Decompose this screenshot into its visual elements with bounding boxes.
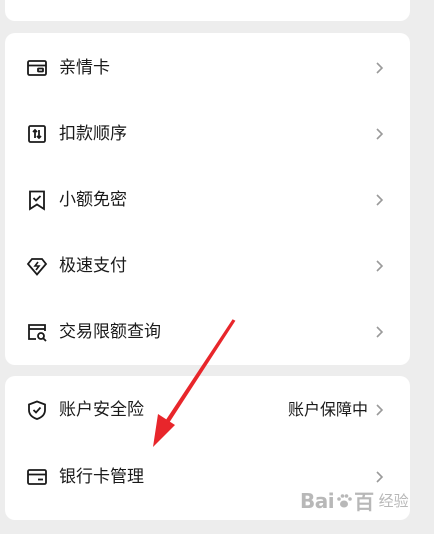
menu-item-transaction-limit-query[interactable]: 交易限额查询	[5, 299, 410, 365]
menu-item-label: 账户安全险	[59, 400, 144, 420]
watermark-subtitle: 经验	[378, 492, 409, 510]
insurance-status-text: 账户保障中	[287, 400, 368, 419]
payment-settings-card: 亲情卡 扣款顺序 小额免密 极速支付 交易限额查询	[5, 33, 410, 365]
wallet-card-icon	[27, 60, 47, 76]
watermark-logo-suffix: 百	[354, 490, 374, 514]
chevron-right-icon	[376, 326, 384, 338]
watermark-logo: Bai	[300, 488, 335, 513]
menu-item-label: 扣款顺序	[59, 124, 127, 144]
bank-card-icon	[27, 469, 47, 485]
paw-icon	[337, 493, 352, 507]
menu-item-label: 小额免密	[59, 190, 127, 210]
menu-item-account-security-insurance[interactable]: 账户安全险 账户保障中	[5, 377, 410, 443]
previous-card	[5, 0, 410, 21]
menu-item-family-card[interactable]: 亲情卡	[5, 35, 410, 101]
chevron-right-icon	[376, 260, 384, 272]
chevron-right-icon	[376, 194, 384, 206]
menu-item-label: 极速支付	[59, 256, 127, 276]
watermark: Bai 百 经验	[300, 486, 409, 515]
menu-item-deduction-order[interactable]: 扣款顺序	[5, 101, 410, 167]
menu-item-label: 交易限额查询	[59, 322, 161, 342]
deduction-order-icon	[28, 125, 46, 143]
chevron-right-icon	[376, 128, 384, 140]
chevron-right-icon	[376, 471, 384, 483]
shield-check-icon	[28, 400, 46, 420]
menu-item-label: 亲情卡	[59, 58, 110, 78]
menu-item-label: 银行卡管理	[59, 467, 144, 487]
menu-item-fast-payment[interactable]: 极速支付	[5, 233, 410, 299]
diamond-lightning-icon	[26, 258, 48, 276]
bookmark-check-icon	[29, 190, 45, 211]
chevron-right-icon	[376, 62, 384, 74]
card-search-icon	[28, 324, 47, 342]
chevron-right-icon	[376, 404, 384, 416]
menu-item-small-amount-no-password[interactable]: 小额免密	[5, 167, 410, 233]
